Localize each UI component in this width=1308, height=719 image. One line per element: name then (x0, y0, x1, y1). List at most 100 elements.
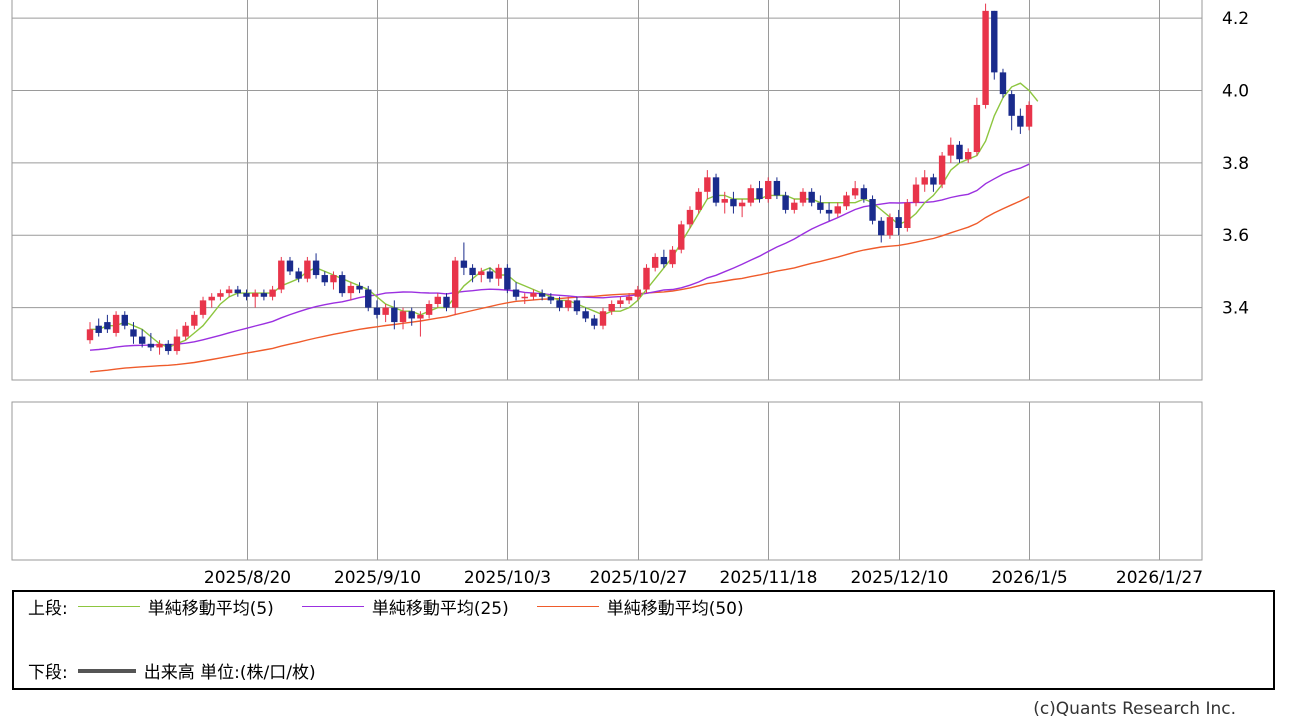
candle-body (347, 285, 355, 294)
candle-body (495, 267, 502, 279)
candle-up (738, 199, 746, 218)
copyright-credit: (c)Quants Research Inc. (1033, 699, 1236, 719)
candle-body (556, 300, 563, 308)
candle-body (591, 318, 598, 326)
candle-body (817, 202, 824, 210)
candle-up (495, 264, 502, 286)
candle-down (817, 195, 824, 214)
candle-body (738, 202, 746, 207)
candle-down (243, 289, 250, 301)
candle-down (730, 191, 737, 214)
candle-down (165, 340, 172, 355)
candle-up (617, 296, 624, 308)
candle-body (278, 260, 285, 290)
candle-up (947, 137, 955, 163)
candle-down (512, 282, 520, 301)
candle-down (121, 311, 128, 330)
candle-body (225, 289, 233, 294)
candle-up (973, 97, 981, 156)
legend-upper-row: 上段: 単純移動平均(5) 単純移動平均(25) 単純移動平均(50) (28, 594, 772, 619)
candle-body (1017, 115, 1024, 127)
candle-body (869, 199, 876, 221)
candle-body (86, 329, 94, 341)
candle-up (799, 188, 807, 207)
candle-body (234, 289, 242, 294)
candle-body (599, 311, 607, 326)
candle-body (269, 289, 276, 297)
candle-body (286, 260, 294, 272)
candle-down (1008, 90, 1015, 131)
candle-up (886, 213, 894, 239)
candle-down (321, 271, 328, 286)
candle-up (434, 293, 441, 308)
x-tick-label: 2025/12/10 (851, 568, 949, 588)
candle-body (921, 177, 928, 185)
candle-up (904, 199, 911, 232)
candle-body (947, 144, 955, 156)
y-tick-label: 4.0 (1222, 81, 1249, 101)
axis-labels: 3.4 3.6 3.8 4.0 4.2 2025/8/20 2025/9/10 2025/10… (204, 9, 1249, 588)
candle-body (199, 300, 207, 315)
candle-up (347, 282, 355, 301)
candle-body (538, 293, 546, 297)
candle-body (617, 300, 624, 304)
candle-body (504, 267, 511, 290)
candle-body (191, 314, 198, 326)
candle-body (478, 271, 485, 276)
x-tick-label: 2026/1/27 (1116, 568, 1203, 588)
candle-down (956, 141, 963, 163)
candle-body (712, 177, 720, 203)
candle-body (252, 293, 259, 297)
candle-body (312, 260, 320, 276)
candle-up (451, 256, 459, 315)
candle-body (112, 314, 120, 333)
sma25-line (89, 163, 1030, 351)
candle-body (999, 72, 1007, 95)
candle-body (964, 152, 972, 160)
candle-body (243, 293, 250, 297)
candle-down (582, 307, 589, 323)
candle-body (530, 293, 537, 297)
legend-sma50-label: 単純移動平均(50) (606, 599, 744, 619)
candle-body (704, 177, 711, 192)
candle-up (521, 293, 528, 304)
candle-up (851, 180, 859, 200)
candle-body (660, 256, 668, 265)
candle-up (982, 3, 989, 109)
candle-body (973, 104, 981, 152)
candle-body (904, 202, 911, 228)
legend-lower-label: 下段: (28, 663, 68, 683)
candle-body (573, 300, 581, 312)
candle-down (104, 314, 111, 333)
candle-body (391, 307, 398, 323)
candle-up (747, 184, 755, 207)
candle-body (156, 343, 163, 348)
legend-volume: 出来高 単位:(株/口/枚) (77, 658, 316, 683)
candle-body (773, 180, 781, 196)
candle-down (991, 10, 998, 80)
candle-up (304, 256, 311, 283)
candle-body (651, 256, 659, 268)
candle-body (330, 275, 337, 283)
candle-body (425, 304, 433, 315)
candle-body (799, 191, 807, 203)
candle-down (365, 285, 372, 312)
candle-up (199, 296, 207, 319)
candle-body (895, 217, 902, 228)
candle-up (938, 152, 946, 189)
candle-body (678, 224, 685, 250)
candle-up (269, 285, 276, 301)
candle-body (686, 209, 694, 225)
candle-body (634, 289, 641, 297)
candle-down (356, 282, 363, 294)
y-tick-label: 3.4 (1222, 299, 1249, 319)
legend-sma5: 単純移動平均(5) (77, 594, 274, 619)
candle-up (599, 307, 607, 330)
candle-body (408, 311, 415, 319)
candle-body (138, 336, 146, 344)
candle-body (625, 296, 633, 301)
candle-body (721, 199, 728, 203)
candle-body (469, 267, 476, 276)
candle-down (869, 195, 876, 225)
candle-body (643, 267, 650, 290)
